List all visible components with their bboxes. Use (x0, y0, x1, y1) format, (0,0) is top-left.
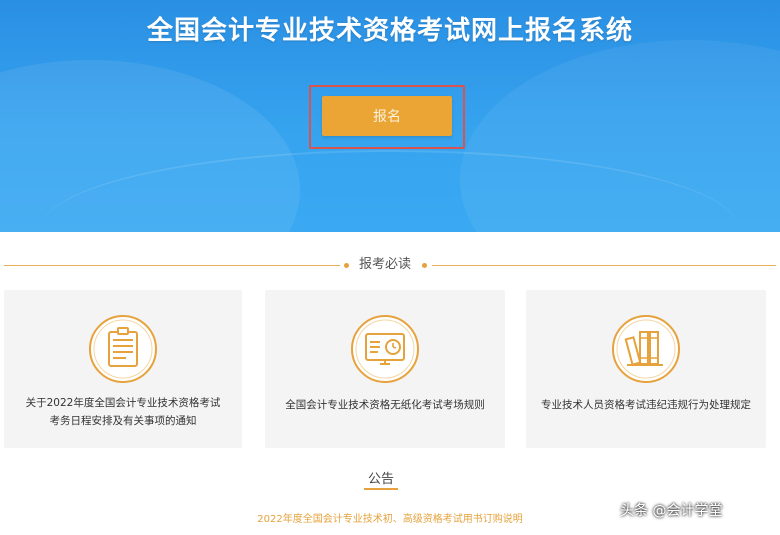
signup-button[interactable]: 报名 (322, 96, 452, 136)
divider-line (432, 265, 776, 266)
card-label: 考务日程安排及有关事项的通知 (49, 415, 197, 427)
id-card-icon (88, 314, 158, 384)
page-title: 全国会计专业技术资格考试网上报名系统 (146, 16, 633, 46)
notice-underline (364, 488, 398, 490)
card-exam-room-rules[interactable]: 全国会计专业技术资格无纸化考试考场规则 (265, 290, 505, 448)
card-label: 关于2022年度全国会计专业技术资格考试 (25, 397, 221, 409)
divider-line (4, 265, 340, 266)
hero-banner: 全国会计专业技术资格考试网上报名系统 报名 (0, 0, 780, 232)
card-label: 专业技术人员资格考试违纪违规行为处理规定 (541, 399, 751, 411)
section-title: 报考必读 (358, 257, 411, 272)
card-label: 全国会计专业技术资格无纸化考试考场规则 (285, 399, 485, 411)
divider-dot (344, 263, 349, 268)
computer-clock-icon (350, 314, 420, 384)
notice-title: 公告 (367, 472, 394, 487)
divider-dot (422, 263, 427, 268)
watermark-text: 头条 @会计学堂 (620, 503, 723, 519)
card-exam-schedule-notice[interactable]: 关于2022年度全国会计专业技术资格考试 考务日程安排及有关事项的通知 (4, 290, 242, 448)
card-violation-rules[interactable]: 专业技术人员资格考试违纪违规行为处理规定 (526, 290, 766, 448)
books-icon (611, 314, 681, 384)
section-header: 报考必读 (4, 256, 776, 276)
